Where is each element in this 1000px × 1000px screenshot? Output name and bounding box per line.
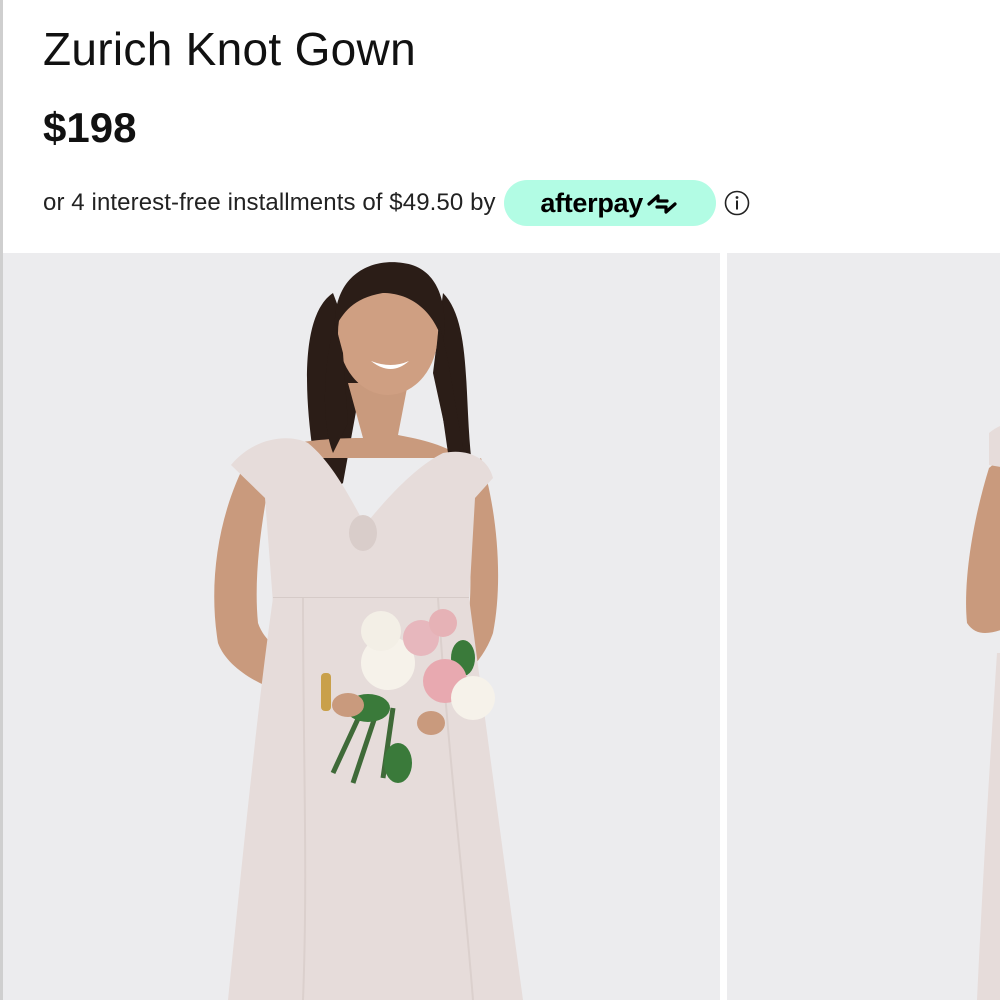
product-gallery[interactable] — [3, 253, 1000, 1000]
model-illustration-side — [727, 253, 1000, 1000]
product-photo-front[interactable] — [3, 253, 720, 1000]
installments-row: or 4 interest-free installments of $49.5… — [43, 180, 750, 226]
product-page: Zurich Knot Gown $198 or 4 interest-free… — [0, 0, 1000, 1000]
installments-text: or 4 interest-free installments of $49.5… — [43, 189, 496, 216]
product-photo-side[interactable] — [727, 253, 1000, 1000]
product-title: Zurich Knot Gown — [43, 23, 416, 75]
info-circle-icon[interactable] — [724, 190, 750, 216]
model-illustration-front — [3, 253, 720, 1000]
product-price: $198 — [43, 104, 137, 151]
afterpay-wordmark: afterpay — [540, 187, 643, 218]
afterpay-badge[interactable]: afterpay — [503, 180, 716, 226]
afterpay-arrows-icon — [645, 193, 679, 215]
